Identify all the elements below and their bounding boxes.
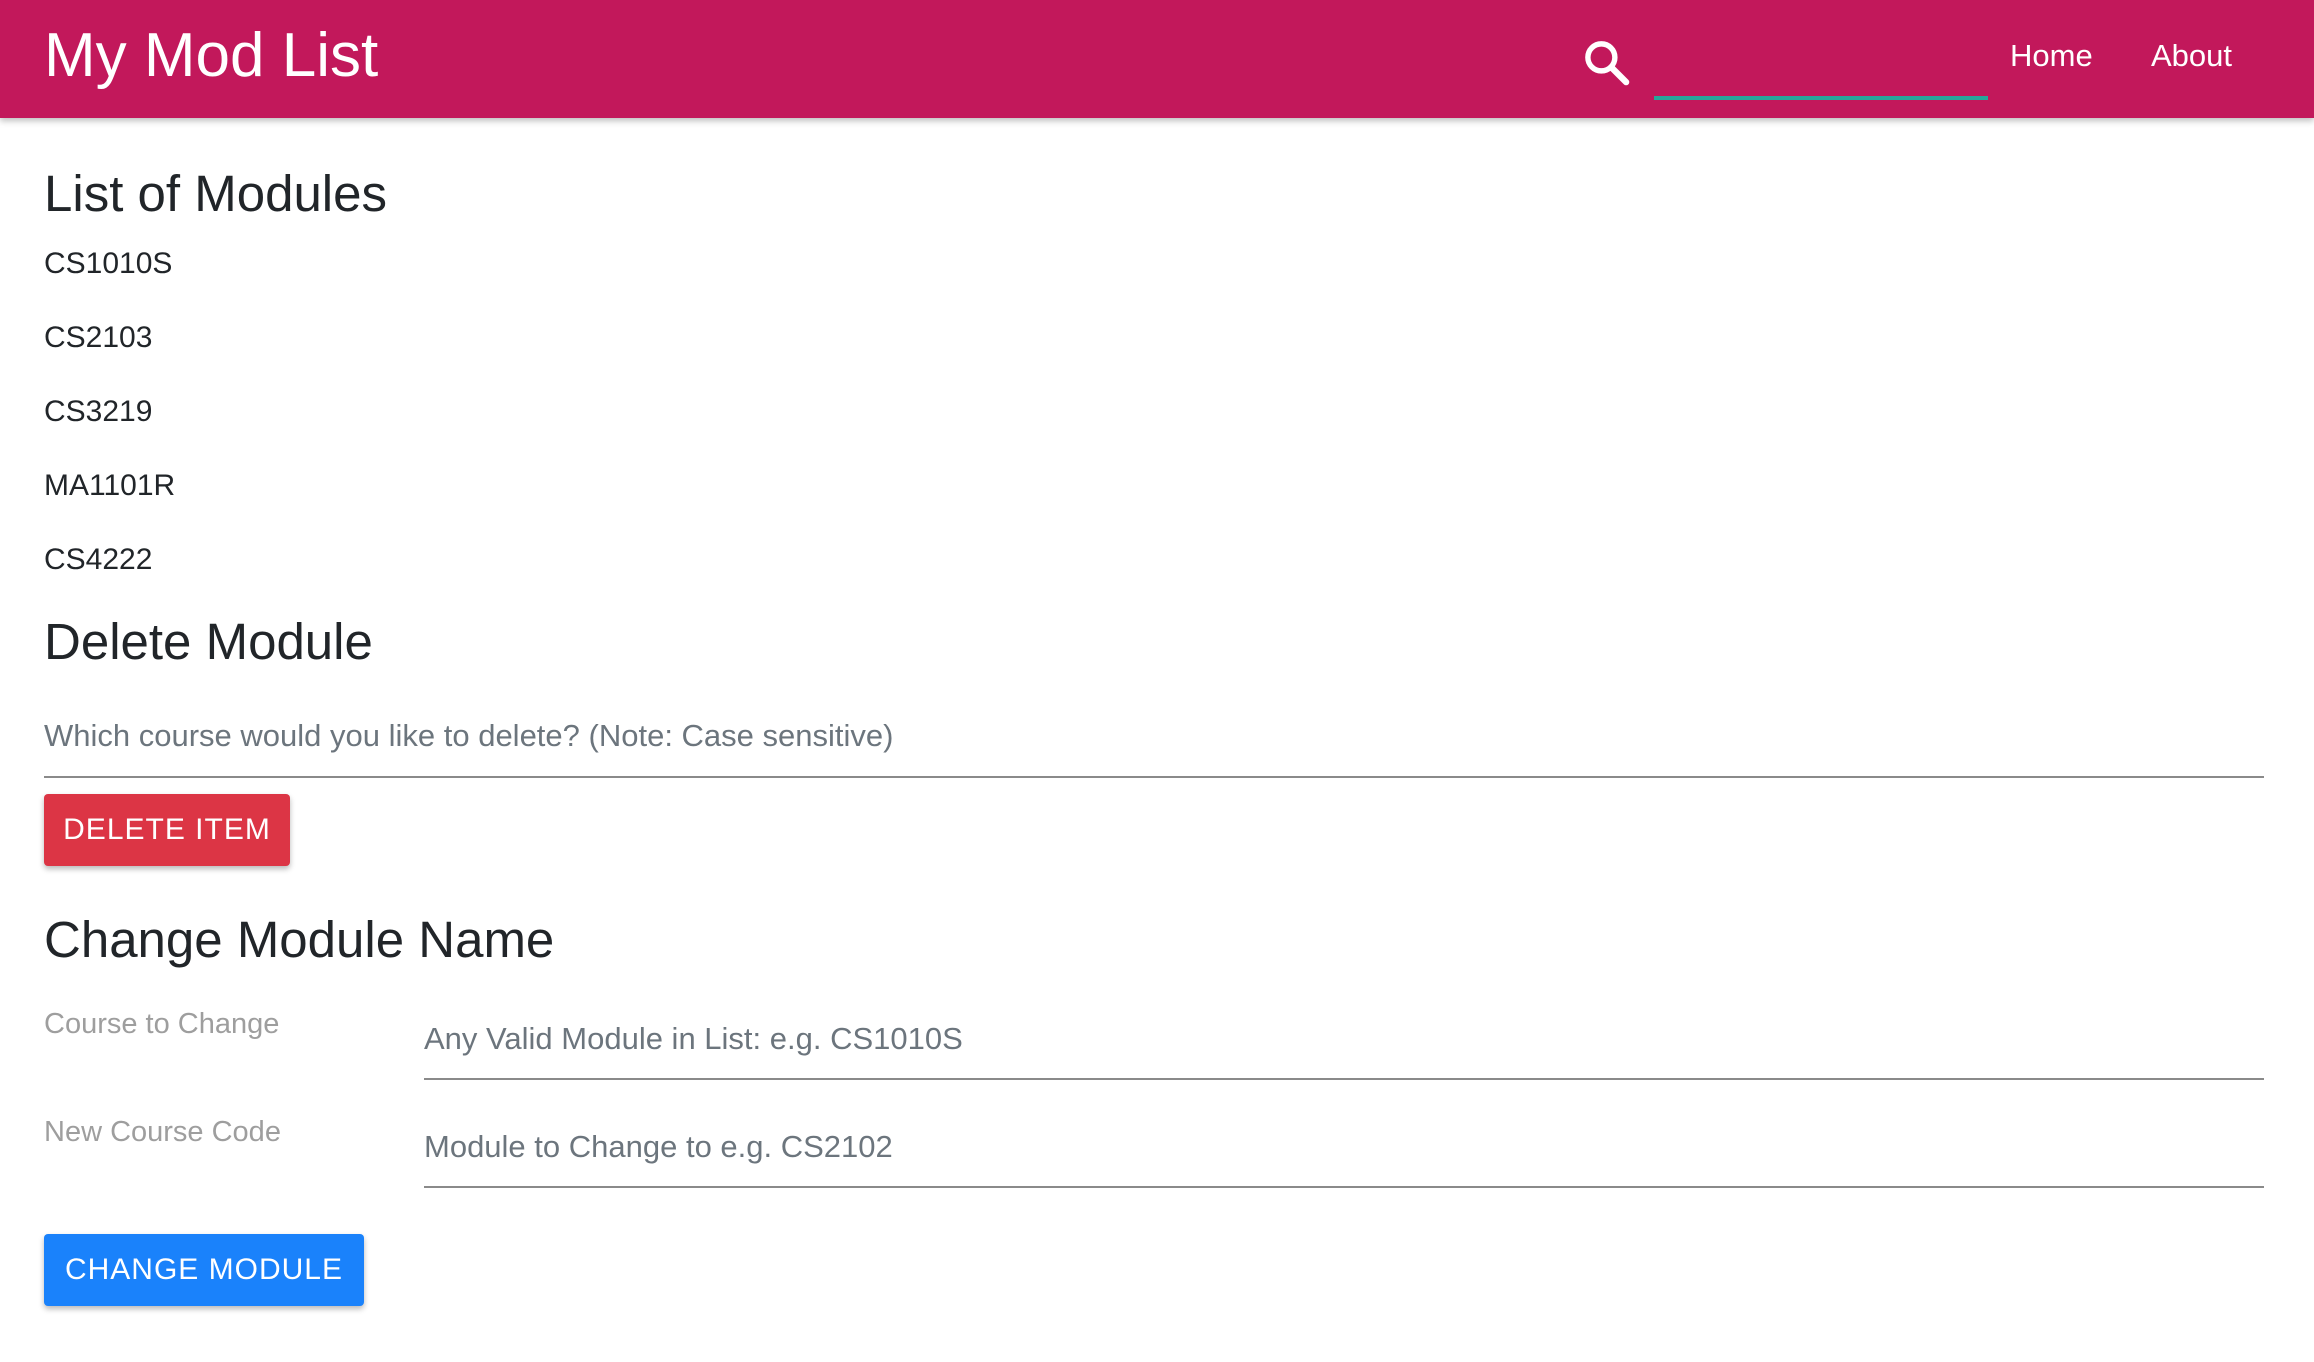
change-section-title: Change Module Name	[44, 911, 555, 968]
delete-item-button[interactable]: DELETE ITEM	[44, 794, 290, 866]
brand-title[interactable]: My Mod List	[44, 18, 378, 94]
nav-link-about[interactable]: About	[2151, 36, 2232, 76]
search-icon[interactable]	[1580, 36, 1634, 90]
list-item: CS3219	[44, 395, 153, 428]
new-course-code-input[interactable]	[424, 1108, 2264, 1188]
nav-link-home[interactable]: Home	[2010, 36, 2093, 76]
course-to-change-input[interactable]	[424, 1000, 2264, 1080]
modules-section-title: List of Modules	[44, 165, 388, 222]
change-module-button[interactable]: CHANGE MODULE	[44, 1234, 364, 1306]
list-item: CS1010S	[44, 247, 173, 280]
list-item: CS4222	[44, 543, 153, 576]
list-item: MA1101R	[44, 469, 176, 502]
delete-course-input[interactable]	[44, 696, 2264, 778]
list-item: CS2103	[44, 321, 153, 354]
top-navbar: My Mod List Home About	[0, 0, 2314, 118]
delete-section-title: Delete Module	[44, 613, 373, 670]
new-course-code-label: New Course Code	[44, 1116, 281, 1148]
course-to-change-label: Course to Change	[44, 1008, 280, 1040]
search-input[interactable]	[1654, 28, 1988, 100]
